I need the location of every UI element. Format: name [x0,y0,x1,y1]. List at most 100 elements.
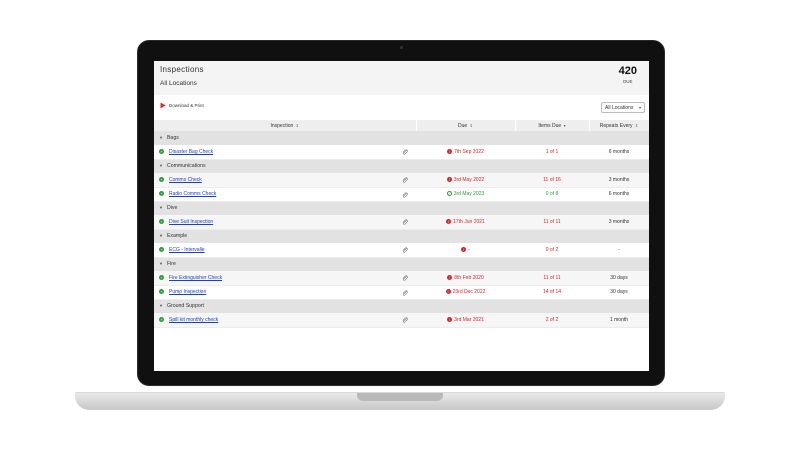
paperclip-icon[interactable] [402,191,408,198]
table-row: + Radio Comms Check ✓ 3rd May 2023 0 of 86 m… [154,187,649,202]
location-select[interactable]: All Locations ▾ [601,102,645,113]
plus-circle-icon[interactable]: + [159,317,164,323]
group-header[interactable]: ▼ Fire [154,257,649,271]
repeats-cell: 6 months [589,145,649,160]
plus-circle-icon[interactable]: + [159,177,164,183]
repeats-cell: - [589,243,649,258]
plus-circle-icon[interactable]: + [159,289,164,295]
paperclip-icon[interactable] [402,219,408,225]
table-row: + Comms Check! 3rd May 2022 11 of 16 3 month… [154,173,649,188]
exclamation-circle-icon: ! [461,246,467,252]
due-date: 8th Feb 2020 [454,274,484,281]
column-header-inspection[interactable]: Inspection ⇕ [154,120,417,131]
inspection-cell: + Radio Comms Check [154,187,416,202]
due-count-label: DUE [623,79,633,84]
due-cell: ! 7th Sep 2022 [416,145,515,160]
due-date: 3rd Mar 2021 [454,316,484,323]
inspection-link[interactable]: Spill kit monthly check [169,317,218,323]
table-row: + Disaster Bag Check! 7th Sep 2022 1 of 16 … [154,145,649,160]
group-row[interactable]: ▼ Example [154,229,649,243]
inspection-link[interactable]: Radio Comms Check [169,191,216,197]
plus-circle-icon[interactable]: + [159,275,164,281]
group-name: Ground Support [166,303,204,310]
caret-down-icon: ▼ [159,135,163,140]
items-due-cell: 14 of 14 [515,285,589,300]
plus-circle-icon[interactable]: + [159,247,164,253]
table-body: ▼ Bags + Disaster Bag Check! 7th Sep 2022 1 o… [154,131,649,328]
inspection-link[interactable]: Pump Inspection [169,289,206,295]
table-header-row: Inspection ⇕ Due ⇕ Items Due ▾ Repeats E… [154,120,649,131]
group-row[interactable]: ▼ Ground Support [154,299,649,313]
paperclip-icon[interactable] [402,317,408,323]
group-row[interactable]: ▼ Fire [154,257,649,271]
table-row: + Fire Extinguisher Check! 8th Feb 2020 11 … [154,271,649,286]
download-print-button[interactable]: Download & Print [160,102,204,109]
group-name: Communications [166,163,206,170]
table-row: + Dive Suit Inspection! 17th Jun 2021 11 of… [154,215,649,230]
paperclip-icon[interactable] [402,149,408,155]
check-circle-icon: ✓ [446,191,452,197]
table-row: + Spill kit monthly check! 3rd Mar 2021 2 o… [154,313,649,328]
group-row[interactable]: ▼ Bags [154,131,649,145]
table-row: + Pump Inspection ! 23rd Dec 2022 14 of 14 30… [154,285,649,300]
caret-down-icon: ▼ [159,303,163,309]
plus-circle-icon[interactable]: + [159,191,164,197]
column-header-repeats[interactable]: Repeats Every ⇕ [589,120,649,131]
items-due-cell: 0 of 8 [515,187,589,202]
sort-icon: ⇕ [469,122,473,128]
download-print-label: Download & Print [169,103,204,108]
page-header: Inspections All Locations 420 DUE [154,61,649,95]
laptop-base [75,392,725,410]
inspection-cell: + Comms Check [154,173,416,188]
inspection-link[interactable]: ECG - Intervalle [169,247,205,253]
due-cell: ! 8th Feb 2020 [416,271,515,286]
plus-circle-icon[interactable]: + [159,219,164,225]
paperclip-icon[interactable] [402,275,408,281]
laptop-lid: Inspections All Locations 420 DUE Downlo… [137,40,665,386]
group-name: Bags [166,135,179,141]
group-header[interactable]: ▼ Example [154,229,649,243]
repeats-cell: 30 days [589,285,649,300]
repeats-cell: 30 days [589,271,649,286]
group-header[interactable]: ▼ Ground Support [154,299,649,313]
sort-icon: ⇕ [634,122,639,128]
group-row[interactable]: ▼ Communications [154,159,649,173]
due-cell: ! 3rd May 2022 [416,173,515,188]
inspection-link[interactable]: Comms Check [169,177,202,183]
due-date: 3rd May 2022 [453,176,485,183]
due-date: 3rd May 2023 [453,191,485,197]
column-header-items-due[interactable]: Items Due ▾ [515,120,590,131]
pdf-icon [160,102,166,109]
paperclip-icon[interactable] [402,289,408,296]
laptop-notch [357,393,443,401]
due-date: 23rd Dec 2022 [452,289,486,295]
due-cell: ! 3rd Mar 2021 [416,313,515,328]
caret-down-icon: ▼ [159,205,163,211]
group-header[interactable]: ▼ Communications [154,159,649,173]
paperclip-icon[interactable] [402,247,408,253]
sort-desc-icon: ▾ [563,122,566,128]
caret-down-icon: ▼ [159,233,163,239]
items-due-cell: 2 of 2 [515,313,589,328]
inspection-link[interactable]: Dive Suit Inspection [169,219,213,225]
inspection-link[interactable]: Fire Extinguisher Check [169,275,222,281]
plus-circle-icon[interactable]: + [159,149,164,155]
items-due-cell: 11 of 16 [515,173,589,188]
group-header[interactable]: ▼ Dive [154,201,649,215]
group-header[interactable]: ▼ Bags [154,131,649,145]
due-count-number: 420 [618,65,637,77]
group-name: Dive [166,205,178,212]
due-cell: ! 23rd Dec 2022 [416,285,515,300]
exclamation-circle-icon: ! [447,316,453,322]
inspection-link[interactable]: Disaster Bag Check [169,149,213,155]
due-cell: ! - [416,243,515,258]
caret-down-icon: ▼ [159,261,163,267]
paperclip-icon[interactable] [402,177,408,183]
items-due-cell: 0 of 2 [515,243,589,258]
location-select-value: All Locations [605,104,634,111]
repeats-cell: 6 months [589,187,649,202]
group-row[interactable]: ▼ Dive [154,201,649,215]
column-header-due[interactable]: Due ⇕ [416,120,516,131]
table-row: + ECG - Intervalle ! -0 of 2- [154,243,649,258]
items-due-cell: 11 of 11 [515,215,589,230]
